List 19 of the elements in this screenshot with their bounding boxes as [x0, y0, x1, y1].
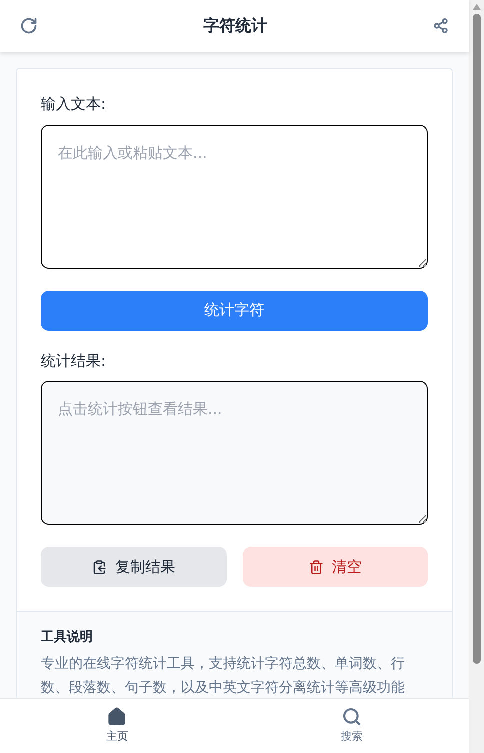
count-button[interactable]: 统计字符 [41, 290, 428, 330]
text-input-field[interactable]: 在此输入或粘贴文本... [41, 124, 428, 268]
scrollbar[interactable] [469, 0, 484, 753]
clear-button[interactable]: 清空 [242, 547, 428, 587]
info-text: 专业的在线字符统计工具，支持统计字符总数、单词数、行数、段落数、句子数，以及中英文字符分离统计等高级功能 [41, 654, 406, 698]
trash-icon [308, 560, 324, 574]
share-icon[interactable] [433, 18, 449, 34]
input-label: 输入文本: [41, 94, 108, 115]
page-title: 字符统计 [204, 15, 268, 37]
info-title: 工具说明 [41, 629, 94, 647]
home-icon [107, 706, 128, 727]
search-icon [342, 706, 362, 727]
clipboard-icon [92, 560, 108, 574]
nav-item[interactable]: 搜索 [234, 699, 469, 753]
nav-item[interactable]: 主页 [0, 699, 234, 753]
result-label: 统计结果: [41, 350, 108, 372]
refresh-icon[interactable] [20, 17, 38, 35]
result-field[interactable]: 点击统计按钮查看结果... [41, 381, 428, 525]
copy-button[interactable]: 复制结果 [41, 547, 226, 587]
